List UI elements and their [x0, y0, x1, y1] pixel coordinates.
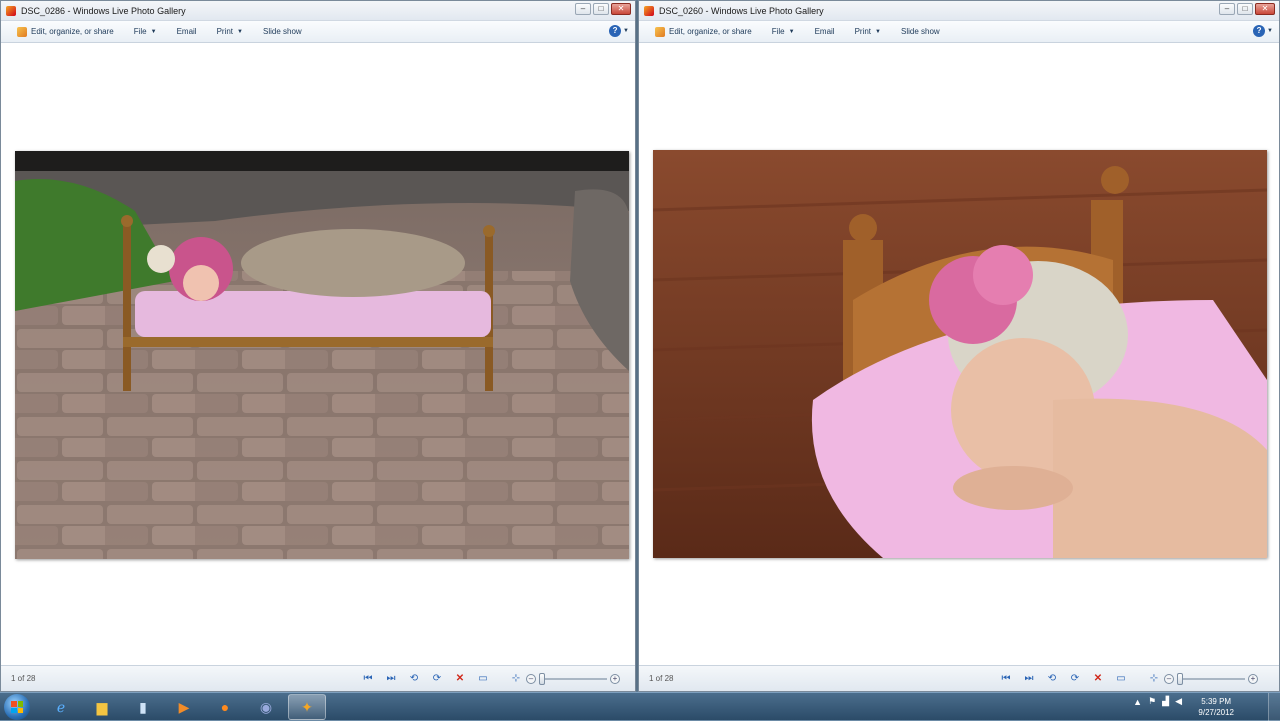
help-button[interactable]: ? ▼ [609, 25, 629, 37]
minimize-button[interactable]: – [1219, 3, 1235, 15]
caret-down-icon: ▼ [150, 28, 157, 35]
help-icon: ? [609, 25, 622, 37]
gallery-icon [655, 26, 665, 37]
media-player-icon[interactable]: ▶ [165, 694, 203, 720]
email-button[interactable]: Email [177, 27, 197, 36]
edit-organize-share-button[interactable]: Edit, organize, or share [17, 26, 114, 37]
zoom-slider[interactable] [1177, 672, 1245, 685]
clock[interactable]: 5:39 PM 9/27/2012 [1198, 696, 1234, 718]
caret-down-icon: ▼ [875, 28, 881, 35]
zoom-thumb[interactable] [539, 672, 545, 685]
help-icon: ? [1253, 25, 1266, 37]
window-title: DSC_0286 - Windows Live Photo Gallery [21, 5, 186, 16]
title-bar[interactable]: DSC_0260 - Windows Live Photo Gallery – … [639, 1, 1279, 21]
photo-image [15, 151, 629, 559]
file-menu[interactable]: File ▼ [772, 27, 795, 36]
fit-to-window-icon[interactable]: ⊹ [1147, 672, 1161, 686]
photo-viewer [1, 43, 635, 665]
taskbar: ℯ ▆ ▮ ▶ ● ◉ ✦ ▲ ⚑ ▟ ◀ 5:39 PM 9/27/2012 [0, 692, 1280, 721]
network-icon[interactable]: ▟ [1162, 696, 1169, 707]
photo-counter: 1 of 28 [649, 674, 674, 683]
ie-icon[interactable]: ℯ [42, 694, 80, 720]
caret-down-icon: ▼ [623, 28, 629, 34]
show-desktop-button[interactable] [1268, 693, 1280, 721]
firefox-icon[interactable]: ● [206, 694, 244, 720]
status-bar: 1 of 28 ⏮ ⏭ ⟲ ⟳ ✕ ▭ ⊹ – + [639, 665, 1279, 691]
clock-date: 9/27/2012 [1198, 708, 1234, 717]
next-icon[interactable]: ⏭ [1022, 672, 1036, 686]
zoom-thumb[interactable] [1177, 672, 1183, 685]
caret-down-icon: ▼ [237, 28, 243, 35]
edit-organize-share-button[interactable]: Edit, organize, or share [655, 26, 752, 37]
doc-icon[interactable]: ▮ [124, 694, 162, 720]
delete-icon[interactable]: ✕ [453, 672, 467, 686]
previous-icon[interactable]: ⏮ [999, 672, 1013, 686]
maximize-button[interactable]: □ [1237, 3, 1253, 15]
slideshow-button[interactable]: Slide show [901, 27, 940, 36]
zoom-in-icon[interactable]: + [1248, 673, 1258, 684]
photo-gallery-icon [6, 5, 16, 16]
photo-gallery-icon[interactable]: ✦ [288, 694, 326, 720]
slideshow-button[interactable]: Slide show [263, 27, 302, 36]
volume-icon[interactable]: ◀ [1175, 696, 1182, 707]
caret-down-icon: ▼ [788, 28, 795, 35]
photo-gallery-window-right: DSC_0260 - Windows Live Photo Gallery – … [638, 0, 1280, 692]
rotate-left-icon[interactable]: ⟲ [1045, 672, 1059, 686]
webcam-icon[interactable]: ◉ [247, 694, 285, 720]
photo-baby-on-bed-outdoor [15, 151, 629, 559]
maximize-button[interactable]: □ [593, 3, 609, 15]
print-menu[interactable]: Print ▼ [855, 27, 881, 36]
zoom-in-icon[interactable]: + [610, 673, 620, 684]
toolbar: Edit, organize, or share File ▼ Email Pri… [639, 21, 1279, 43]
zoom-controls: ⊹ – + [1147, 672, 1258, 686]
close-button[interactable]: ✕ [1255, 3, 1275, 15]
photo-image [653, 150, 1267, 558]
zoom-controls: ⊹ – + [509, 672, 620, 686]
rotate-left-icon[interactable]: ⟲ [407, 672, 421, 686]
previous-icon[interactable]: ⏮ [361, 672, 375, 686]
nav-controls: ⏮ ⏭ ⟲ ⟳ ✕ ▭ [999, 672, 1128, 686]
gallery-icon [17, 26, 27, 37]
start-button[interactable] [4, 694, 30, 720]
minimize-button[interactable]: – [575, 3, 591, 15]
zoom-slider[interactable] [539, 672, 607, 685]
print-menu[interactable]: Print ▼ [217, 27, 243, 36]
tray-arrow-icon[interactable]: ▲ [1133, 697, 1142, 707]
status-bar: 1 of 28 ⏮ ⏭ ⟲ ⟳ ✕ ▭ ⊹ – + [1, 665, 635, 691]
photo-gallery-window-left: DSC_0286 - Windows Live Photo Gallery – … [0, 0, 636, 692]
file-menu[interactable]: File ▼ [134, 27, 157, 36]
rotate-right-icon[interactable]: ⟳ [1068, 672, 1082, 686]
delete-icon[interactable]: ✕ [1091, 672, 1105, 686]
rotate-right-icon[interactable]: ⟳ [430, 672, 444, 686]
zoom-out-icon[interactable]: – [1164, 673, 1174, 684]
explorer-icon[interactable]: ▆ [83, 694, 121, 720]
email-button[interactable]: Email [815, 27, 835, 36]
title-bar[interactable]: DSC_0286 - Windows Live Photo Gallery – … [1, 1, 635, 21]
zoom-out-icon[interactable]: – [526, 673, 536, 684]
toolbar: Edit, organize, or share File ▼ Email Pri… [1, 21, 635, 43]
next-icon[interactable]: ⏭ [384, 672, 398, 686]
photo-gallery-icon [644, 5, 654, 16]
window-title: DSC_0260 - Windows Live Photo Gallery [659, 5, 824, 16]
photo-baby-sleeping-closeup [653, 150, 1267, 558]
photo-viewer [639, 43, 1279, 665]
caret-down-icon: ▼ [1267, 28, 1273, 34]
close-button[interactable]: ✕ [611, 3, 631, 15]
clock-time: 5:39 PM [1201, 697, 1232, 706]
slideshow-icon[interactable]: ▭ [476, 672, 490, 686]
nav-controls: ⏮ ⏭ ⟲ ⟳ ✕ ▭ [361, 672, 490, 686]
flag-icon[interactable]: ⚑ [1148, 696, 1156, 707]
help-button[interactable]: ? ▼ [1253, 25, 1273, 37]
fit-to-window-icon[interactable]: ⊹ [509, 672, 523, 686]
photo-counter: 1 of 28 [11, 674, 36, 683]
windows-logo-icon [11, 701, 23, 713]
slideshow-icon[interactable]: ▭ [1114, 672, 1128, 686]
